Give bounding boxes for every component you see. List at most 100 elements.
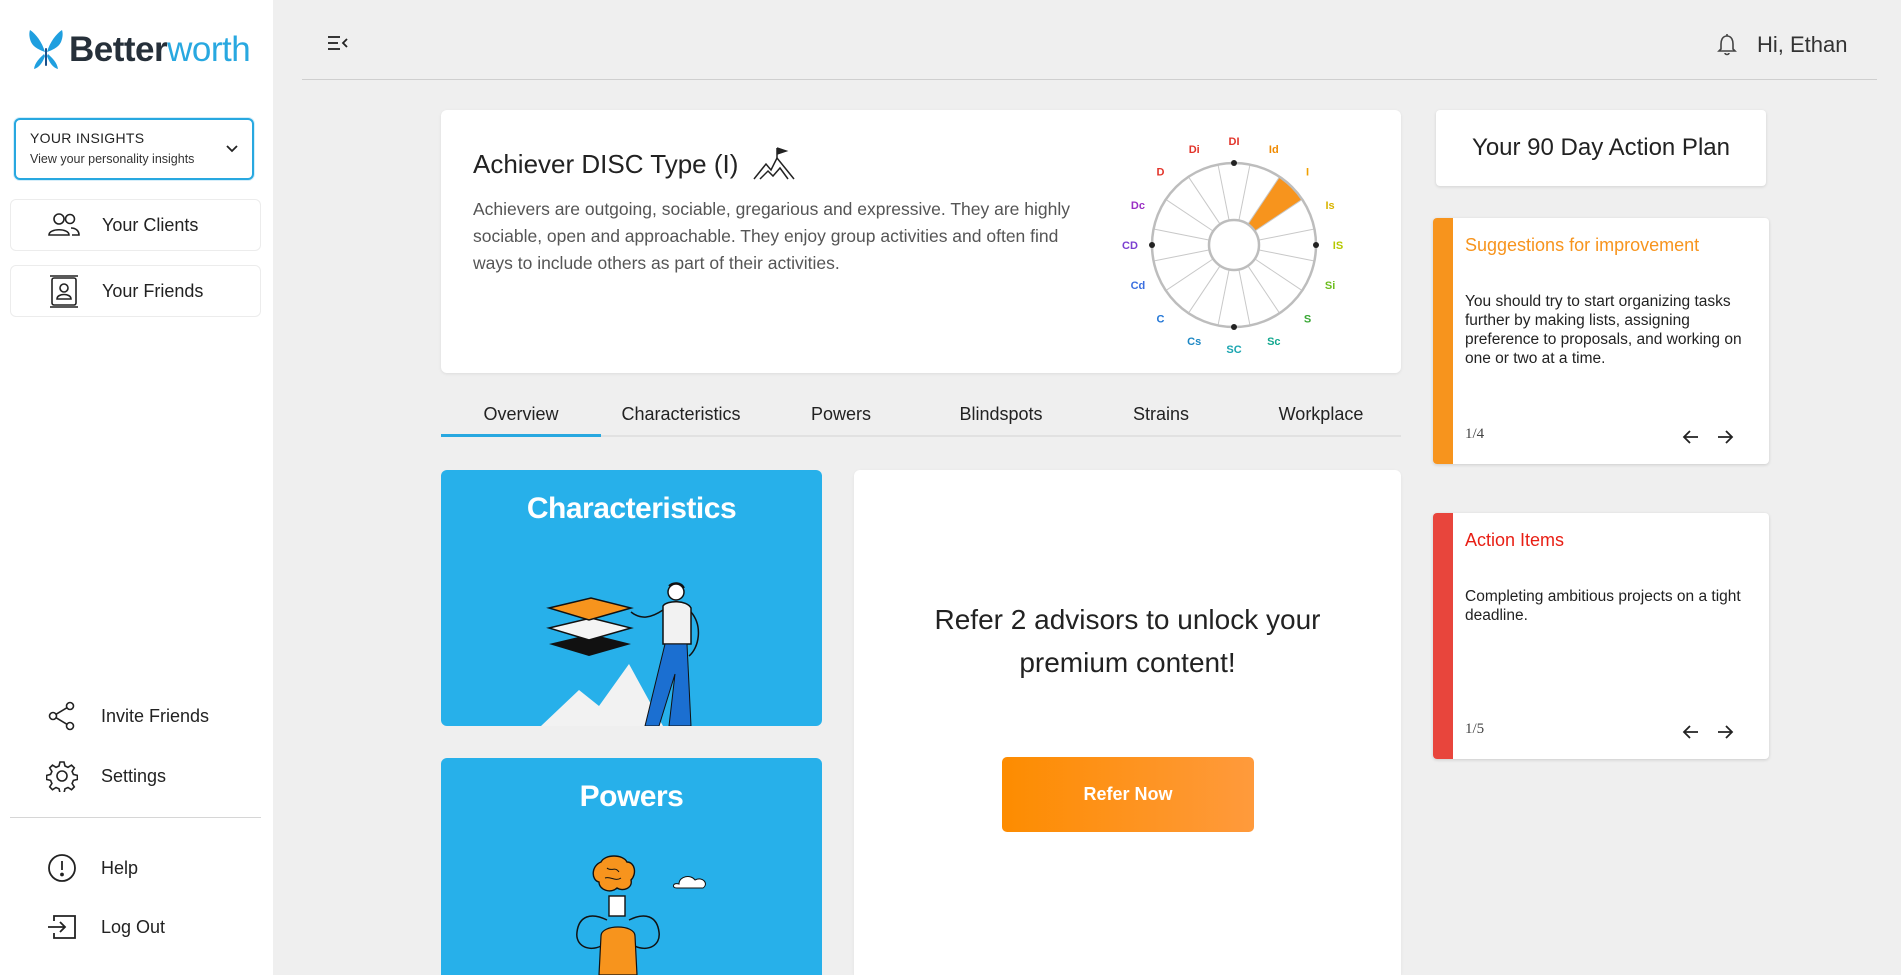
sidebar-item-label: Your Friends [102,280,204,301]
action-items-accent-bar [1433,513,1453,759]
logout-icon [48,915,76,939]
suggestions-accent-bar [1433,218,1453,464]
page-title: Achiever DISC Type (I) [473,146,796,182]
wheel-highlight-segment [1247,176,1303,232]
butterfly-logo-icon [29,30,63,69]
sidebar-item-settings[interactable]: Settings [46,760,166,792]
personality-type-card: Achiever DISC Type (I) Achievers are out… [441,110,1401,373]
wheel-label: Id [1269,144,1279,156]
users-icon [48,213,80,236]
action-items-page-indicator: 1/5 [1465,721,1485,737]
wheel-inner-ring [1207,218,1261,272]
disc-wheel-chart: Di DI Id I Is IS Si S Sc SC Cs C Cd CD Dc D [1122,136,1343,356]
suggestions-page-indicator: 1/4 [1465,426,1485,442]
wheel-label: Cs [1187,336,1201,348]
tab-strains[interactable]: Strains [1081,395,1241,435]
brand-name: Betterworth [69,30,251,69]
wheel-spoke [1153,249,1210,262]
alert-circle-icon [48,854,76,882]
wheel-spoke [1217,164,1230,221]
suggestions-body: You should try to start organizing tasks… [1465,293,1742,367]
sidebar-item-label: Settings [101,765,167,786]
sidebar-item-help[interactable]: Help [46,852,138,884]
wheel-spoke [1165,258,1214,291]
user-greeting[interactable]: Hi, Ethan [1757,32,1848,58]
header-divider [302,79,1877,80]
sidebar-item-label: Invite Friends [101,705,210,726]
refer-now-button[interactable]: Refer Now [1002,757,1254,832]
wheel-label: DI [1229,136,1240,148]
wheel-label: IS [1333,240,1343,252]
sidebar-item-invite[interactable]: Invite Friends [46,700,209,732]
wheel-label: Si [1325,280,1335,292]
wheel-spoke [1153,228,1210,241]
insights-dropdown[interactable]: YOUR INSIGHTS View your personality insi… [14,118,254,180]
wheel-label: C [1156,314,1164,326]
action-items-body: Completing ambitious projects on a tight… [1465,588,1741,624]
menu-collapse-icon[interactable] [327,34,349,52]
powers-card[interactable]: Powers [441,758,822,975]
bell-icon[interactable] [1716,33,1738,57]
sidebar: Betterworth YOUR INSIGHTS View your pers… [0,0,273,975]
wheel-label: Dc [1131,200,1145,212]
sidebar-item-logout[interactable]: Log Out [46,911,165,943]
tab-powers[interactable]: Powers [761,395,921,435]
wheel-label: Is [1325,200,1334,212]
wheel-compass-mark [1231,324,1237,330]
disc-type-description: Achievers are outgoing, sociable, gregar… [473,199,1070,273]
layers-person-illustration [541,582,700,726]
wheel-spoke [1258,249,1315,262]
disc-type-title: Achiever DISC Type (I) [473,148,739,179]
tab-characteristics[interactable]: Characteristics [601,395,761,435]
action-plan-header[interactable]: Your 90 Day Action Plan [1436,110,1766,186]
arrow-right-icon[interactable] [1715,722,1735,742]
wheel-spoke [1254,258,1303,291]
wheel-spoke [1217,269,1230,326]
refer-message: Refer 2 advisors to unlock your premium … [934,604,1321,678]
contact-card-icon [50,275,78,308]
characteristics-card[interactable]: Characteristics [441,470,822,726]
brand-logo[interactable]: Betterworth [26,28,251,72]
suggestions-title: Suggestions for improvement [1465,235,1700,255]
wheel-spoke [1238,269,1251,326]
insights-subtitle: View your personality insights [30,152,195,166]
wheel-spoke [1188,176,1221,225]
gear-icon [46,761,78,792]
arrow-left-icon[interactable] [1681,427,1701,447]
wheel-label: S [1304,314,1311,326]
wheel-label: Sc [1267,336,1280,348]
arrow-left-icon[interactable] [1681,722,1701,742]
tab-blindspots[interactable]: Blindspots [921,395,1081,435]
chevron-down-icon [226,145,238,153]
wheel-label: I [1306,166,1309,178]
wheel-label: Di [1189,144,1200,156]
sidebar-item-label: Help [101,857,139,878]
wheel-label: D [1156,166,1164,178]
wheel-label: CD [1122,240,1138,252]
sidebar-item-label: Your Clients [102,214,199,235]
wheel-label: Cd [1131,280,1146,292]
insight-tabs: Overview Characteristics Powers Blindspots S… [441,395,1401,437]
action-items-card: Action Items Completing ambitious projec… [1433,513,1769,759]
card-title: Characteristics [526,492,737,525]
wheel-compass-mark [1313,242,1319,248]
mountain-flag-icon [753,147,795,180]
sidebar-item-clients[interactable]: Your Clients [10,199,261,251]
share-icon [48,701,75,731]
wheel-label: SC [1226,344,1241,356]
card-title: Powers [579,780,684,813]
wheel-spoke [1165,199,1214,232]
wheel-spoke [1188,265,1221,314]
tab-overview[interactable]: Overview [441,395,601,437]
suggestions-card: Suggestions for improvement You should t… [1433,218,1769,464]
wheel-spoke [1247,265,1280,314]
sidebar-item-friends[interactable]: Your Friends [10,265,261,317]
wheel-compass-mark [1149,242,1155,248]
wheel-compass-mark [1231,160,1237,166]
action-items-title: Action Items [1465,530,1565,550]
sidebar-divider [10,817,261,818]
tab-workplace[interactable]: Workplace [1241,395,1401,435]
sidebar-item-label: Log Out [101,916,166,937]
arrow-right-icon[interactable] [1715,427,1735,447]
wheel-spoke [1238,164,1251,221]
